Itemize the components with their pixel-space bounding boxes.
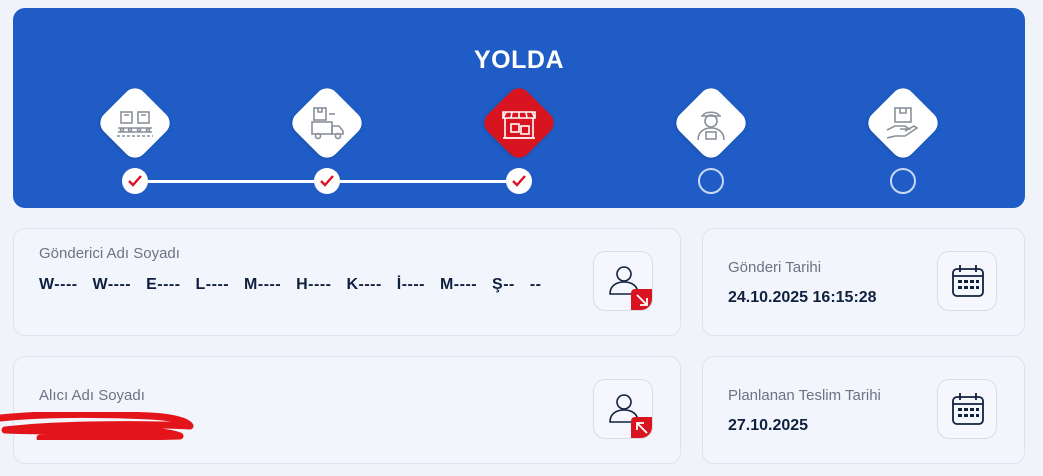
arrow-up-left-icon — [636, 422, 648, 434]
planned-delivery-calendar-button[interactable] — [937, 379, 997, 439]
step-check-3 — [506, 168, 532, 194]
ship-date-value: 24.10.2025 16:15:28 — [728, 289, 877, 306]
calendar-icon — [952, 393, 984, 425]
check-icon — [512, 175, 526, 187]
step-check-2 — [314, 168, 340, 194]
outgoing-arrow-badge — [631, 289, 652, 310]
step-check-1 — [122, 168, 148, 194]
ship-date-card: Gönderi Tarihi 24.10.2025 16:15:28 — [702, 228, 1025, 336]
step-pending-5 — [890, 168, 916, 194]
check-icon — [320, 175, 334, 187]
sender-name: W---- W---- E---- L---- M---- H---- K---… — [39, 276, 542, 293]
recipient-profile-button[interactable] — [593, 379, 653, 439]
store-branch-icon — [502, 111, 536, 139]
sender-card: Gönderici Adı Soyadı W---- W---- E---- L… — [13, 228, 681, 336]
ship-date-calendar-button[interactable] — [937, 251, 997, 311]
step-pending-4 — [698, 168, 724, 194]
ship-date-label: Gönderi Tarihi — [728, 259, 822, 276]
calendar-icon — [952, 265, 984, 297]
planned-delivery-label: Planlanan Teslim Tarihi — [728, 387, 881, 404]
recipient-label: Alıcı Adı Soyadı — [39, 387, 145, 404]
courier-icon — [697, 111, 725, 141]
arrow-down-right-icon — [636, 294, 648, 306]
planned-delivery-card: Planlanan Teslim Tarihi 27.10.2025 — [702, 356, 1025, 464]
package-hand-delivery-icon — [886, 107, 919, 139]
truck-loading-icon — [311, 107, 344, 140]
status-title: YOLDA — [474, 46, 564, 74]
recipient-card: Alıcı Adı Soyadı — [13, 356, 681, 464]
redacted-name-scribble — [0, 412, 194, 440]
planned-delivery-value: 27.10.2025 — [728, 417, 809, 434]
warehouse-conveyor-icon — [117, 111, 153, 137]
sender-label: Gönderici Adı Soyadı — [39, 245, 180, 262]
incoming-arrow-badge — [631, 417, 652, 438]
sender-profile-button[interactable] — [593, 251, 653, 311]
check-icon — [128, 175, 142, 187]
